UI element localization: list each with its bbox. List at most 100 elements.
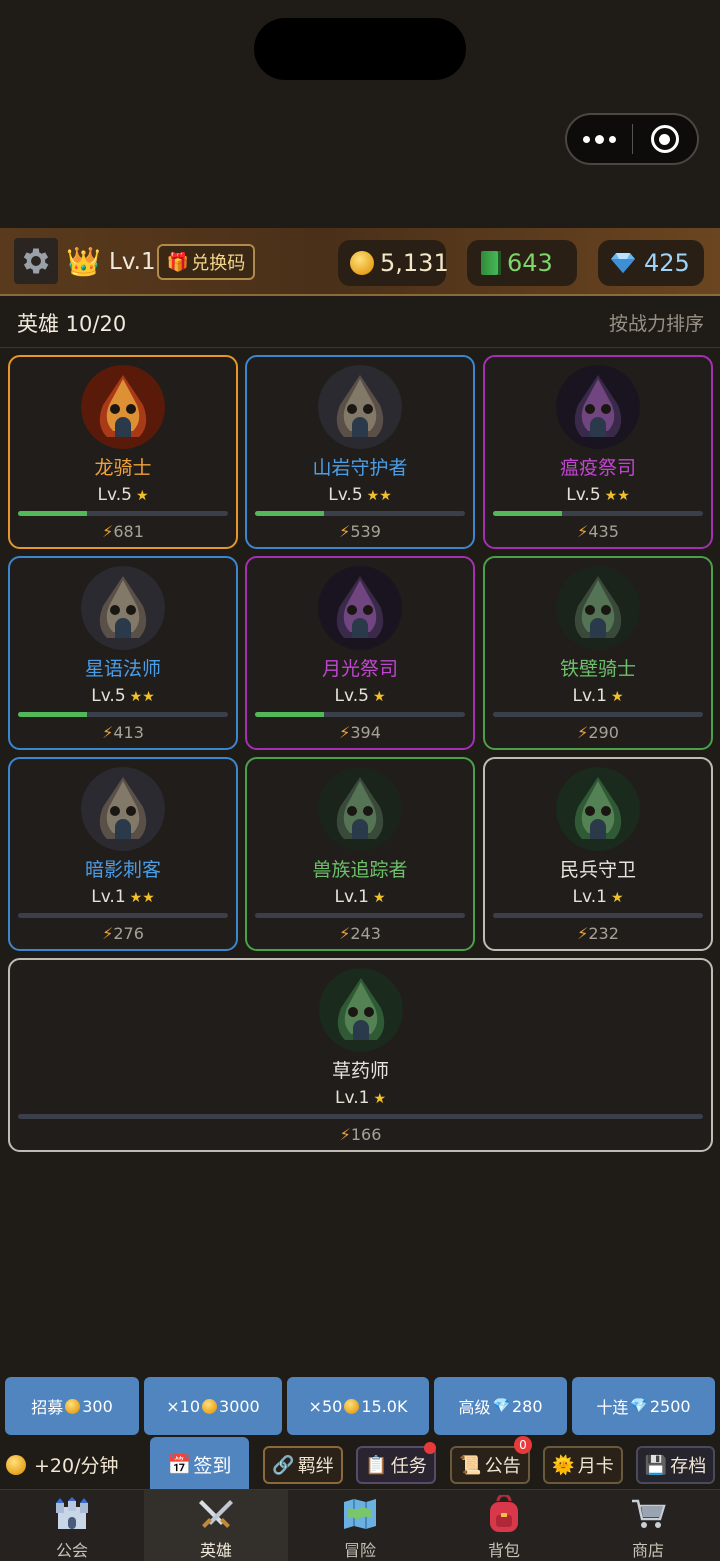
save-button[interactable]: 💾 存档: [636, 1446, 715, 1484]
notice-badge: 0: [514, 1436, 532, 1454]
hero-exp-bar: [18, 1114, 703, 1119]
sign-in-button[interactable]: 📅 签到: [150, 1437, 249, 1491]
month-card-button[interactable]: 🌞 月卡: [543, 1446, 623, 1484]
hero-power-value: 539: [350, 522, 381, 541]
gem-count: 425: [644, 249, 690, 277]
hero-card[interactable]: 瘟疫祭司 Lv.5 ★★ ⚡435: [483, 355, 713, 549]
hero-portrait: [318, 365, 402, 449]
hero-power: ⚡290: [485, 723, 711, 742]
crown-icon: 👑: [66, 245, 101, 278]
bond-button[interactable]: 🔗 羁绊: [263, 1446, 343, 1484]
lightning-icon: ⚡: [339, 924, 351, 943]
hero-exp-bar: [493, 913, 703, 918]
sign-in-label: 签到: [193, 1454, 232, 1477]
hero-portrait: [318, 767, 402, 851]
hero-name: 民兵守卫: [559, 859, 636, 881]
hero-card[interactable]: 铁壁骑士 Lv.1 ★ ⚡290: [483, 556, 713, 750]
hero-power: ⚡166: [10, 1125, 711, 1144]
lightning-icon: ⚡: [577, 924, 589, 943]
app-screen: 👑 Lv.1 🎁 兑换码 5,131 643 425 英雄 10/20 按战力排…: [0, 0, 720, 1561]
recruit-cost: 280: [511, 1396, 543, 1416]
recruit-button[interactable]: ×50 15.0K: [287, 1377, 429, 1435]
sort-by-power-button[interactable]: 按战力排序: [609, 309, 704, 336]
hero-card[interactable]: 龙骑士 Lv.5 ★ ⚡681: [8, 355, 238, 549]
hero-power-value: 435: [588, 522, 619, 541]
hero-exp-bar: [255, 712, 465, 717]
recruit-button[interactable]: 高级 💎 280: [434, 1377, 567, 1435]
hero-power-value: 394: [350, 723, 381, 742]
recruit-cost: 2500: [649, 1396, 691, 1416]
hero-portrait: [81, 365, 165, 449]
hero-exp-bar: [493, 511, 703, 516]
task-notification-dot: [424, 1442, 436, 1454]
coin-balance[interactable]: 5,131: [338, 240, 449, 286]
hero-power-value: 681: [113, 522, 144, 541]
hero-power-value: 290: [588, 723, 619, 742]
coin-icon: [350, 251, 374, 275]
hero-level: Lv.5: [91, 686, 126, 706]
lightning-icon: ⚡: [339, 723, 351, 742]
hero-power: ⚡232: [485, 924, 711, 943]
book-balance[interactable]: 643: [467, 240, 577, 286]
hero-exp-bar: [255, 511, 465, 516]
hero-stars: ★: [373, 1091, 386, 1107]
hero-level-row: Lv.1 ★: [485, 686, 711, 706]
nav-tab-backpack[interactable]: 背包: [432, 1490, 576, 1561]
hero-name: 兽族追踪者: [312, 859, 408, 881]
recruit-prefix: 十连: [596, 1398, 629, 1417]
cart-icon: [628, 1494, 668, 1534]
hero-card[interactable]: 山岩守护者 Lv.5 ★★ ⚡539: [245, 355, 475, 549]
notice-button[interactable]: 📜 公告 0: [450, 1436, 532, 1484]
nav-tab-adventure[interactable]: 冒险: [288, 1490, 432, 1561]
task-button[interactable]: 📋 任务: [356, 1442, 436, 1484]
nav-tab-guild[interactable]: 公会: [0, 1490, 144, 1561]
hero-stars: ★★: [129, 689, 155, 705]
hero-level-row: Lv.1 ★: [247, 887, 473, 907]
nav-tab-shop[interactable]: 商店: [576, 1490, 720, 1561]
gem-balance[interactable]: 425: [598, 240, 704, 286]
close-target-icon[interactable]: [633, 115, 698, 163]
recruit-prefix: 高级: [458, 1398, 491, 1417]
hero-name: 铁壁骑士: [559, 658, 636, 680]
coin-icon: [6, 1454, 26, 1475]
hero-card[interactable]: 草药师 Lv.1 ★ ⚡166: [8, 958, 713, 1152]
hero-card[interactable]: 星语法师 Lv.5 ★★ ⚡413: [8, 556, 238, 750]
hero-card[interactable]: 民兵守卫 Lv.1 ★ ⚡232: [483, 757, 713, 951]
floppy-disk-icon: 💾: [644, 1454, 668, 1476]
recruit-button[interactable]: ×10 3000: [144, 1377, 282, 1435]
lightning-icon: ⚡: [102, 723, 114, 742]
hero-level-row: Lv.5 ★: [247, 686, 473, 706]
hero-level-row: Lv.1 ★: [10, 1088, 711, 1108]
task-label: 任务: [390, 1456, 427, 1477]
hero-name: 瘟疫祭司: [559, 457, 636, 479]
map-icon: [340, 1494, 380, 1534]
diamond-icon: [611, 253, 635, 273]
hero-portrait: [556, 566, 640, 650]
hero-stars: ★★: [366, 488, 392, 504]
nav-label-guild: 公会: [55, 1541, 88, 1560]
hero-card[interactable]: 月光祭司 Lv.5 ★ ⚡394: [245, 556, 475, 750]
backpack-icon: [484, 1494, 524, 1534]
settings-gear-icon[interactable]: [14, 238, 58, 284]
hero-exp-fill: [493, 511, 563, 516]
hero-level: Lv.5: [334, 686, 369, 706]
hero-card[interactable]: 暗影刺客 Lv.1 ★★ ⚡276: [8, 757, 238, 951]
hero-name: 山岩守护者: [312, 457, 408, 479]
miniprogram-capsule: [565, 113, 699, 165]
hero-exp-bar: [255, 913, 465, 918]
diamond-icon: 💎: [630, 1398, 648, 1414]
hero-count: 英雄 10/20: [17, 312, 127, 336]
hero-level-row: Lv.5 ★★: [10, 686, 236, 706]
hero-name: 龙骑士: [94, 457, 152, 479]
more-menu-icon[interactable]: [567, 115, 632, 163]
hero-card[interactable]: 兽族追踪者 Lv.1 ★ ⚡243: [245, 757, 475, 951]
redeem-code-button[interactable]: 🎁 兑换码: [157, 244, 255, 280]
recruit-button[interactable]: 招募 300: [5, 1377, 139, 1435]
nav-tab-heroes[interactable]: 英雄: [144, 1490, 288, 1561]
camera-notch: [254, 18, 466, 80]
recruit-button[interactable]: 十连 💎 2500: [572, 1377, 715, 1435]
castle-icon: [52, 1494, 92, 1534]
resource-bar: 👑 Lv.1 🎁 兑换码 5,131 643 425: [0, 228, 720, 296]
action-row: +20/分钟 📅 签到 🔗 羁绊 📋 任务 📜 公告 0 🌞 月卡 💾 存档: [0, 1436, 720, 1491]
lightning-icon: ⚡: [577, 723, 589, 742]
